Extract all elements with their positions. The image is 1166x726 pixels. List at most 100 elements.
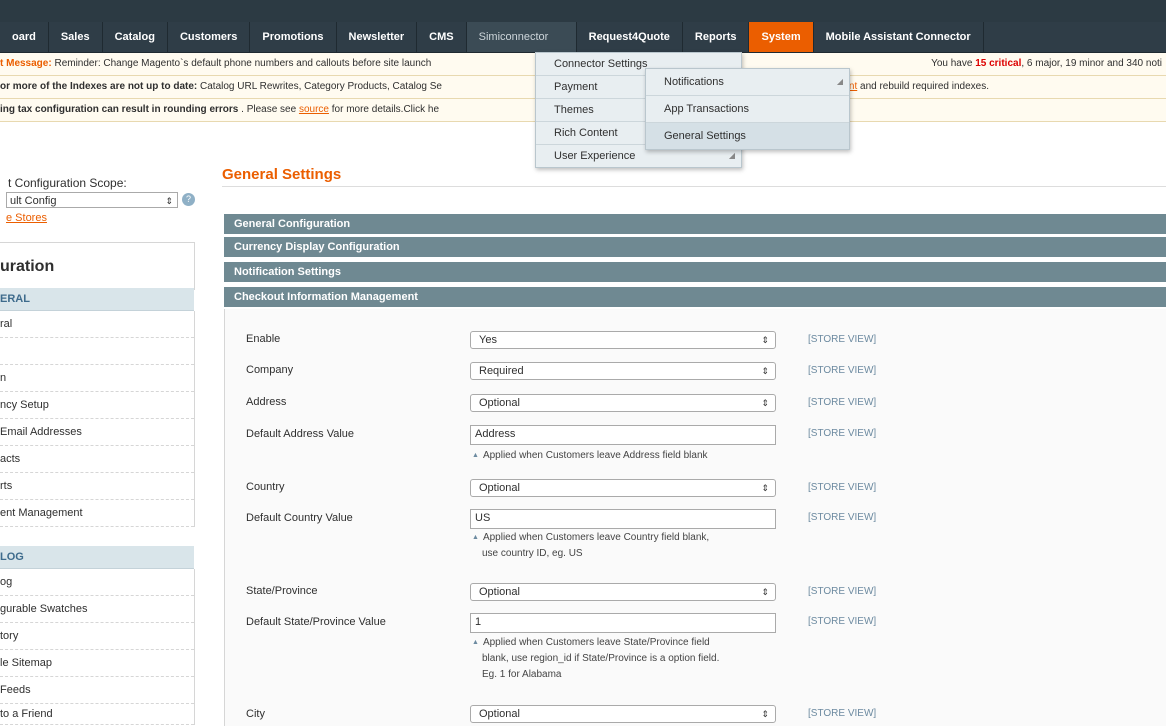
input-value: Address [475, 428, 516, 440]
select-value: Optional [479, 586, 520, 598]
store-view-scope: [STORE VIEW] [808, 482, 877, 493]
nav-system[interactable]: System [749, 22, 814, 52]
nav-request4quote[interactable]: Request4Quote [577, 22, 683, 52]
note-text: Applied when Customers leave State/Provi… [482, 637, 710, 648]
nav-customers[interactable]: Customers [168, 22, 251, 52]
nav-cms[interactable]: CMS [417, 22, 467, 52]
enable-select[interactable]: Yes ⇕ [470, 331, 776, 349]
address-label: Address [246, 396, 287, 408]
nav-catalog[interactable]: Catalog [103, 22, 168, 52]
section-currency-display[interactable]: Currency Display Configuration [224, 237, 1166, 258]
sidebar-item[interactable]: gurable Swatches [0, 596, 194, 623]
sidebar-item[interactable]: ral [0, 311, 194, 338]
critical-count-link[interactable]: 15 critical [975, 58, 1021, 69]
select-arrows-icon: ⇕ [761, 335, 769, 345]
nav-promotions[interactable]: Promotions [250, 22, 337, 52]
nav-dashboard[interactable]: oard [0, 22, 49, 52]
default-address-label: Default Address Value [246, 428, 355, 440]
select-value: Yes [479, 334, 497, 346]
nav-sales[interactable]: Sales [49, 22, 103, 52]
select-value: Optional [479, 482, 520, 494]
section-checkout-information[interactable]: Checkout Information Management [224, 287, 1166, 308]
note-text: blank, use region_id if State/Province i… [482, 653, 720, 664]
configuration-scope-select[interactable]: ult Config ⇕ [6, 192, 178, 208]
sidebar-item[interactable]: le Sitemap [0, 650, 194, 677]
submenu-item-general-settings[interactable]: General Settings [646, 123, 849, 149]
note-text: Applied when Customers leave Address fie… [482, 450, 708, 461]
input-value: US [475, 512, 491, 524]
store-view-scope: [STORE VIEW] [808, 708, 877, 719]
message-tail: and rebuild required indexes. [857, 81, 989, 92]
nav-reports[interactable]: Reports [683, 22, 750, 52]
message-counts: You have 15 critical, 6 major, 19 minor … [931, 53, 1162, 75]
note-triangle-icon: ▲ [472, 452, 479, 459]
default-country-label: Default Country Value [246, 512, 353, 524]
note-triangle-icon: ▲ [472, 639, 479, 646]
country-label: Country [246, 481, 285, 493]
city-label: City [246, 708, 265, 720]
sidebar-general-list: ral n ncy Setup Email Addresses acts rts… [0, 311, 195, 527]
section-general-configuration[interactable]: General Configuration [224, 214, 1166, 235]
store-view-scope: [STORE VIEW] [808, 334, 877, 345]
main-navigation: oard Sales Catalog Customers Promotions … [0, 22, 1166, 53]
sidebar-item[interactable]: Feeds [0, 677, 194, 704]
note-text: use country ID, eg. US [482, 548, 583, 559]
connector-settings-submenu: Notifications ◢ App Transactions General … [645, 68, 850, 150]
page-title: General Settings [222, 166, 342, 183]
store-view-scope: [STORE VIEW] [808, 586, 877, 597]
sidebar-section-catalog: LOG [0, 546, 194, 569]
select-value: Optional [479, 708, 520, 720]
submenu-item-notifications[interactable]: Notifications ◢ [646, 69, 849, 96]
address-select[interactable]: Optional ⇕ [470, 394, 776, 412]
city-select[interactable]: Optional ⇕ [470, 705, 776, 723]
default-state-label: Default State/Province Value [246, 616, 386, 628]
company-select[interactable]: Required ⇕ [470, 362, 776, 380]
state-province-label: State/Province [246, 585, 318, 597]
sidebar-item[interactable]: ent Management [0, 500, 194, 527]
note-triangle-icon: ▲ [472, 534, 479, 541]
sidebar-item[interactable]: rts [0, 473, 194, 500]
company-label: Company [246, 364, 294, 376]
select-arrows-icon: ⇕ [761, 709, 769, 719]
message-counts-post: , 6 major, 19 minor and 340 noti [1021, 58, 1162, 69]
scope-select-value: ult Config [10, 195, 57, 207]
menu-item-label: Notifications [664, 76, 724, 88]
default-state-note: ▲ Applied when Customers leave State/Prov… [472, 635, 772, 683]
sidebar-item[interactable]: to a Friend [0, 704, 194, 725]
submenu-item-app-transactions[interactable]: App Transactions [646, 96, 849, 123]
sidebar-item[interactable]: acts [0, 446, 194, 473]
message-text: . Please see [238, 104, 299, 115]
default-state-input[interactable]: 1 [470, 613, 776, 633]
enable-label: Enable [246, 333, 281, 345]
state-province-select[interactable]: Optional ⇕ [470, 583, 776, 601]
nav-simiconnector[interactable]: Simiconnector [466, 22, 577, 52]
default-address-note: ▲ Applied when Customers leave Address fi… [472, 448, 772, 464]
select-arrows-icon: ⇕ [165, 196, 173, 206]
note-text: Eg. 1 for Alabama [482, 669, 562, 680]
store-view-scope: [STORE VIEW] [808, 512, 877, 523]
note-text: Applied when Customers leave Country fie… [482, 532, 710, 543]
message-bold: or more of the Indexes are not up to dat… [0, 81, 198, 92]
help-icon[interactable]: ? [182, 193, 195, 206]
country-select[interactable]: Optional ⇕ [470, 479, 776, 497]
nav-newsletter[interactable]: Newsletter [337, 22, 418, 52]
source-link[interactable]: source [299, 104, 329, 115]
sidebar-item[interactable]: tory [0, 623, 194, 650]
input-value: 1 [475, 616, 482, 628]
sidebar-item[interactable]: ncy Setup [0, 392, 194, 419]
default-country-input[interactable]: US [470, 509, 776, 529]
manage-stores-link[interactable]: e Stores [6, 212, 47, 224]
sidebar-section-general: ERAL [0, 288, 194, 311]
nav-mobile-assistant-connector[interactable]: Mobile Assistant Connector [814, 22, 984, 52]
default-address-input[interactable]: Address [470, 425, 776, 445]
sidebar-item[interactable]: Email Addresses [0, 419, 194, 446]
section-notification-settings[interactable]: Notification Settings [224, 262, 1166, 283]
menu-item-label: User Experience [554, 150, 636, 162]
title-divider [222, 186, 1166, 187]
store-view-scope: [STORE VIEW] [808, 616, 877, 627]
sidebar-catalog-list: og gurable Swatches tory le Sitemap Feed… [0, 569, 195, 725]
sidebar-item[interactable]: n [0, 365, 194, 392]
sidebar-item[interactable] [0, 338, 194, 365]
select-value: Required [479, 365, 524, 377]
sidebar-item[interactable]: og [0, 569, 194, 596]
